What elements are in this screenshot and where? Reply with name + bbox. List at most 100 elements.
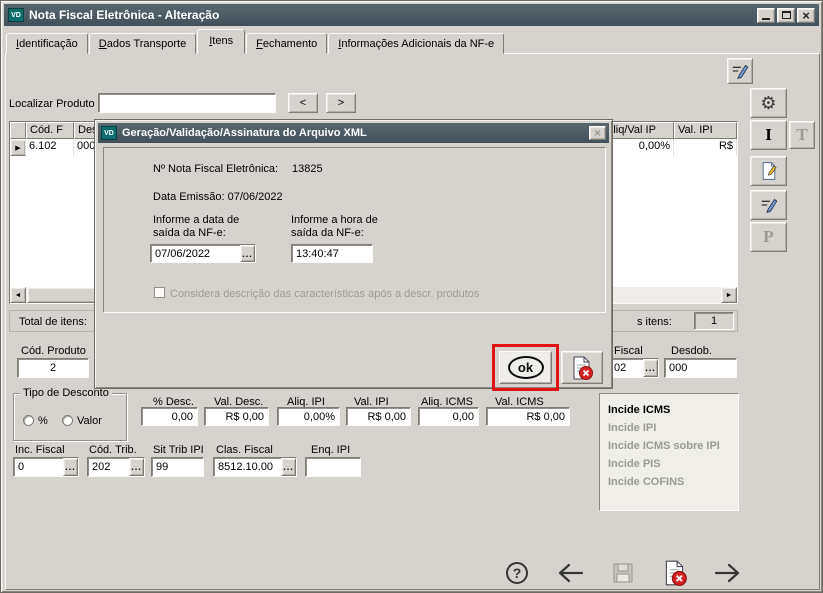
previous-item-button[interactable]: < [288, 93, 318, 113]
val-ipi-wrap [346, 407, 411, 426]
dialog-close-icon: × [594, 126, 601, 140]
aliq-ipi-field[interactable] [278, 408, 339, 425]
row-marker-icon: ▶ [10, 139, 26, 156]
nf-number-label: Nº Nota Fiscal Eletrônica: [153, 163, 278, 175]
grid-header-cod-fiscal: Cód. F [26, 122, 74, 139]
radio-percent[interactable] [23, 415, 34, 426]
tab-dados-transporte[interactable]: Dados Transporte [89, 33, 196, 54]
dialog-titlebar[interactable]: VD Geração/Validação/Assinatura do Arqui… [98, 123, 609, 143]
emission-date-label: Data Emissão: 07/06/2022 [153, 191, 283, 203]
departure-date-field-wrap: ... [150, 244, 256, 263]
xml-generation-dialog: VD Geração/Validação/Assinatura do Arqui… [94, 119, 613, 389]
val-icms-field[interactable] [487, 408, 569, 425]
fiscal-field[interactable] [610, 359, 643, 377]
settings-button[interactable]: ⚙ [750, 88, 787, 118]
help-button[interactable]: ? [503, 559, 531, 587]
cod-produto-label: Cód. Produto [21, 345, 86, 357]
tipo-desconto-groupbox: Tipo de Desconto % Valor [13, 393, 127, 441]
cancel-xml-icon [569, 355, 595, 381]
localizar-produto-input-wrap [98, 93, 276, 113]
fiscal-ellipsis-button[interactable]: ... [643, 359, 658, 377]
sit-trib-ipi-field[interactable] [152, 458, 203, 476]
dialog-app-icon: VD [101, 126, 117, 140]
clas-fiscal-wrap: ... [213, 457, 297, 477]
val-ipi-field[interactable] [347, 408, 410, 425]
tab-itens[interactable]: Itens [197, 29, 245, 54]
app-icon: VD [8, 8, 24, 22]
desdob-field-wrap [664, 358, 737, 378]
inc-fiscal-wrap: ... [13, 457, 79, 477]
localizar-produto-input[interactable] [99, 94, 275, 112]
tab-informacoes-adicionais[interactable]: Informações Adicionais da NF-e [328, 33, 504, 54]
clas-fiscal-field[interactable] [214, 458, 281, 476]
pen-lines-icon [759, 196, 779, 214]
i-button[interactable]: I [750, 120, 787, 150]
close-button[interactable]: × [797, 8, 815, 23]
help-icon: ? [506, 562, 528, 584]
radio-valor[interactable] [62, 415, 73, 426]
inc-fiscal-ellipsis-button[interactable]: ... [63, 458, 78, 476]
t-button[interactable]: T [789, 121, 815, 149]
letter-i-icon: I [765, 125, 772, 145]
letter-p-icon: P [763, 227, 773, 247]
cod-trib-ellipsis-button[interactable]: ... [129, 458, 144, 476]
arrow-right-icon [712, 561, 744, 585]
save-button[interactable] [608, 559, 638, 587]
minimize-button[interactable] [757, 8, 775, 23]
departure-time-field[interactable] [292, 245, 372, 262]
tab-fechamento[interactable]: Fechamento [246, 33, 327, 54]
inc-fiscal-field[interactable] [14, 458, 63, 476]
dialog-body-panel: Nº Nota Fiscal Eletrônica: 13825 Data Em… [103, 147, 606, 313]
maximize-button[interactable] [777, 8, 795, 23]
gear-icon: ⚙ [760, 93, 776, 114]
desdob-label: Desdob. [671, 345, 712, 357]
qtde-itens-value: 1 [694, 312, 734, 330]
enq-ipi-wrap [305, 457, 361, 477]
arrow-left-icon [554, 561, 586, 585]
radio-percent-label: % [38, 415, 48, 427]
p-button[interactable]: P [750, 222, 787, 252]
enq-ipi-label: Enq. IPI [311, 444, 350, 456]
incide-icms-sobre-ipi-label: Incide ICMS sobre IPI [608, 437, 738, 455]
perc-desc-field[interactable] [142, 408, 197, 425]
incide-pis-label: Incide PIS [608, 455, 738, 473]
sign-button[interactable] [750, 190, 787, 220]
cod-produto-field-wrap [17, 358, 89, 378]
desdob-field[interactable] [665, 359, 736, 377]
departure-date-label-line2: saída da NF-e: [153, 227, 226, 239]
scroll-left-button[interactable]: ◄ [10, 287, 26, 303]
ok-button[interactable]: ok [499, 351, 552, 384]
cod-produto-field[interactable] [18, 359, 88, 377]
val-desc-wrap [204, 407, 269, 426]
val-icms-wrap [486, 407, 570, 426]
aliq-icms-field[interactable] [419, 408, 478, 425]
characteristics-checkbox[interactable] [154, 287, 165, 298]
dialog-close-button[interactable]: × [589, 126, 606, 140]
cod-trib-field[interactable] [88, 458, 129, 476]
scroll-right-button[interactable]: ► [721, 287, 737, 303]
sit-trib-ipi-label: Sit Trib IPI [153, 444, 204, 456]
localizar-produto-label: Localizar Produto [9, 98, 95, 110]
main-window: VD Nota Fiscal Eletrônica - Alteração × … [0, 0, 823, 593]
next-item-button[interactable]: > [326, 93, 356, 113]
window-titlebar[interactable]: VD Nota Fiscal Eletrônica - Alteração × [4, 4, 819, 26]
clas-fiscal-ellipsis-button[interactable]: ... [281, 458, 296, 476]
next-button[interactable] [711, 559, 745, 587]
document-edit-button[interactable] [750, 156, 787, 186]
departure-date-field[interactable] [151, 245, 240, 262]
date-picker-ellipsis-button[interactable]: ... [240, 245, 255, 262]
minimize-icon [762, 18, 770, 20]
val-desc-field[interactable] [205, 408, 268, 425]
characteristics-checkbox-label: Considera descrição das características … [170, 288, 479, 300]
sign-xml-button[interactable] [727, 58, 753, 84]
fiscal-field-wrap: ... [609, 358, 659, 378]
signature-icon [730, 62, 750, 80]
cancel-button[interactable] [659, 557, 691, 589]
inc-fiscal-label: Inc. Fiscal [15, 444, 65, 456]
tab-identificacao[interactable]: Identificação [6, 33, 88, 54]
save-icon [611, 561, 635, 585]
cancel-xml-button[interactable] [561, 351, 603, 384]
enq-ipi-field[interactable] [306, 458, 360, 476]
tab-strip: Identificação Dados Transporte Itens Fec… [6, 29, 505, 54]
previous-button[interactable] [553, 559, 587, 587]
